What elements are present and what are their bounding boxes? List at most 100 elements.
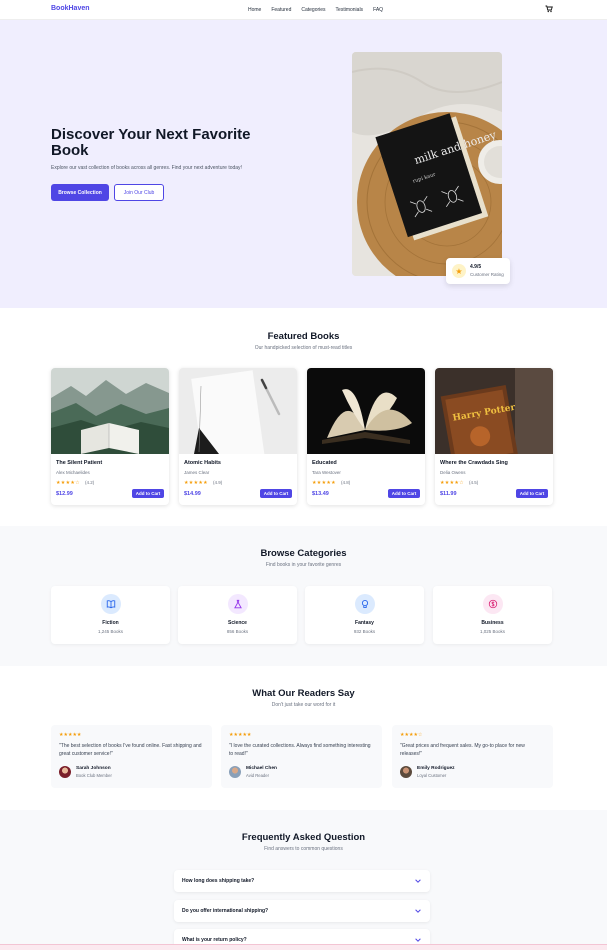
testimonial-stars: ★★★★☆ <box>400 732 423 738</box>
testimonial-stars: ★★★★★ <box>59 732 82 738</box>
rating-value: 4.9/5 <box>470 264 482 270</box>
book-title[interactable]: Where the Crawdads Sing <box>440 460 508 466</box>
book-cover-image <box>51 368 169 454</box>
nav-link-faq[interactable]: FAQ <box>373 7 383 13</box>
testimonial-role: Loyal Customer <box>417 773 447 778</box>
testimonial-role: Book Club Member <box>76 773 112 778</box>
book-card[interactable]: The Silent Patient Alex Michaelides ★★★★… <box>51 368 169 505</box>
book-rating: (4.8) <box>341 480 351 485</box>
rating-card: ★ 4.9/5 Customer Rating <box>446 258 510 284</box>
testimonials-subtitle: Don't just take our word for it <box>271 702 336 708</box>
book-icon <box>100 594 121 614</box>
book-card[interactable]: Atomic Habits James Clear ★★★★★ (4.9) $1… <box>179 368 297 505</box>
book-price: $11.99 <box>440 491 457 497</box>
book-stars: ★★★★★ <box>184 480 208 486</box>
testimonial-quote: "I love the curated collections. Always … <box>229 743 371 757</box>
testimonials-title: What Our Readers Say <box>252 688 355 699</box>
book-stars: ★★★★☆ <box>56 480 80 486</box>
book-cover-image <box>179 368 297 454</box>
faq-subtitle: Find answers to common questions <box>264 846 343 852</box>
testimonial-stars: ★★★★★ <box>229 732 252 738</box>
category-count: 932 Books <box>353 629 376 634</box>
add-to-cart-button[interactable]: Add to Cart <box>516 489 548 498</box>
book-cover-image: Harry Potter <box>435 368 553 454</box>
book-title[interactable]: The Silent Patient <box>56 460 102 466</box>
book-author: James Clear <box>184 470 210 475</box>
category-card-business[interactable]: Business 1,025 Books <box>433 586 552 644</box>
faq-question: How long does shipping take? <box>182 878 255 884</box>
category-name: Fantasy <box>355 620 374 626</box>
faq-question: What is your return policy? <box>182 937 247 943</box>
category-card-fiction[interactable]: Fiction 1,245 Books <box>51 586 170 644</box>
lightbulb-icon <box>354 594 375 614</box>
book-cover-image <box>307 368 425 454</box>
avatar <box>59 766 71 778</box>
book-stars: ★★★★★ <box>312 480 336 486</box>
faq-item[interactable]: How long does shipping take? <box>174 870 430 892</box>
book-price: $13.49 <box>312 491 329 497</box>
book-author: Tara Westover <box>312 470 341 475</box>
nav-links: Home Featured Categories Testimonials FA… <box>248 7 383 13</box>
featured-title: Featured Books <box>267 331 340 342</box>
testimonial-quote: "Great prices and frequent sales. My go-… <box>400 743 525 757</box>
flask-icon <box>227 594 248 614</box>
book-rating: (4.9) <box>213 480 223 485</box>
faq-title: Frequently Asked Question <box>241 832 366 843</box>
add-to-cart-button[interactable]: Add to Cart <box>388 489 420 498</box>
testimonial-name: Sarah Johnson <box>76 766 111 771</box>
cart-icon[interactable] <box>545 5 553 13</box>
book-title[interactable]: Atomic Habits <box>184 460 221 466</box>
avatar <box>229 766 241 778</box>
book-stars: ★★★★☆ <box>440 480 464 486</box>
add-to-cart-button[interactable]: Add to Cart <box>260 489 292 498</box>
hero-book-image: milk and honey rupi kaur <box>352 52 502 276</box>
categories-section: Browse Categories Find books in your fav… <box>0 526 607 666</box>
nav-link-featured[interactable]: Featured <box>271 7 291 13</box>
categories-subtitle: Find books in your favorite genres <box>265 562 342 568</box>
faq-item[interactable]: Do you offer international shipping? <box>174 900 430 922</box>
category-card-fantasy[interactable]: Fantasy 932 Books <box>305 586 424 644</box>
testimonials-section: What Our Readers Say Don't just take our… <box>0 666 607 810</box>
book-price: $12.99 <box>56 491 73 497</box>
nav-link-categories[interactable]: Categories <box>301 7 325 13</box>
featured-subtitle: Our handpicked selection of must-read ti… <box>254 345 353 351</box>
category-name: Fiction <box>102 620 119 626</box>
join-club-button[interactable]: Join Our Club <box>114 184 164 201</box>
nav-link-home[interactable]: Home <box>248 7 261 13</box>
category-name: Science <box>228 620 247 626</box>
book-rating: (4.5) <box>469 480 479 485</box>
testimonial-card: ★★★★★ "I love the curated collections. A… <box>221 725 382 788</box>
book-card[interactable]: Harry Potter Where the Crawdads Sing Del… <box>435 368 553 505</box>
chevron-down-icon <box>415 909 421 913</box>
avatar <box>400 766 412 778</box>
testimonial-name: Michael Chen <box>246 766 277 771</box>
book-price: $14.99 <box>184 491 201 497</box>
category-count: 1,025 Books <box>479 629 506 634</box>
browse-collection-button[interactable]: Browse Collection <box>51 184 109 201</box>
book-title[interactable]: Educated <box>312 460 337 466</box>
category-count: 856 Books <box>226 629 249 634</box>
category-card-science[interactable]: Science 856 Books <box>178 586 297 644</box>
hero-title: Discover Your Next Favorite Book <box>51 126 251 159</box>
faq-section: Frequently Asked Question Find answers t… <box>0 810 607 950</box>
dollar-icon <box>482 594 503 614</box>
faq-question: Do you offer international shipping? <box>182 908 269 914</box>
testimonial-role: Avid Reader <box>246 773 269 778</box>
testimonial-name: Emily Rodriguez <box>417 766 455 771</box>
bottom-strip <box>0 944 607 950</box>
navbar: BookHaven Home Featured Categories Testi… <box>0 0 607 20</box>
hero-subtitle: Explore our vast collection of books acr… <box>51 165 242 171</box>
testimonial-card: ★★★★★ "The best selection of books I've … <box>51 725 212 788</box>
rating-label: Customer Rating <box>470 272 504 277</box>
chevron-down-icon <box>415 938 421 942</box>
category-name: Business <box>481 620 504 626</box>
hero-section: Discover Your Next Favorite Book Explore… <box>0 20 607 308</box>
category-count: 1,245 Books <box>97 629 124 634</box>
book-author: Alex Michaelides <box>56 470 90 475</box>
nav-link-testimonials[interactable]: Testimonials <box>336 7 364 13</box>
star-icon: ★ <box>452 264 466 278</box>
book-card[interactable]: Educated Tara Westover ★★★★★ (4.8) $13.4… <box>307 368 425 505</box>
logo[interactable]: BookHaven <box>51 5 90 12</box>
add-to-cart-button[interactable]: Add to Cart <box>132 489 164 498</box>
chevron-down-icon <box>415 879 421 883</box>
